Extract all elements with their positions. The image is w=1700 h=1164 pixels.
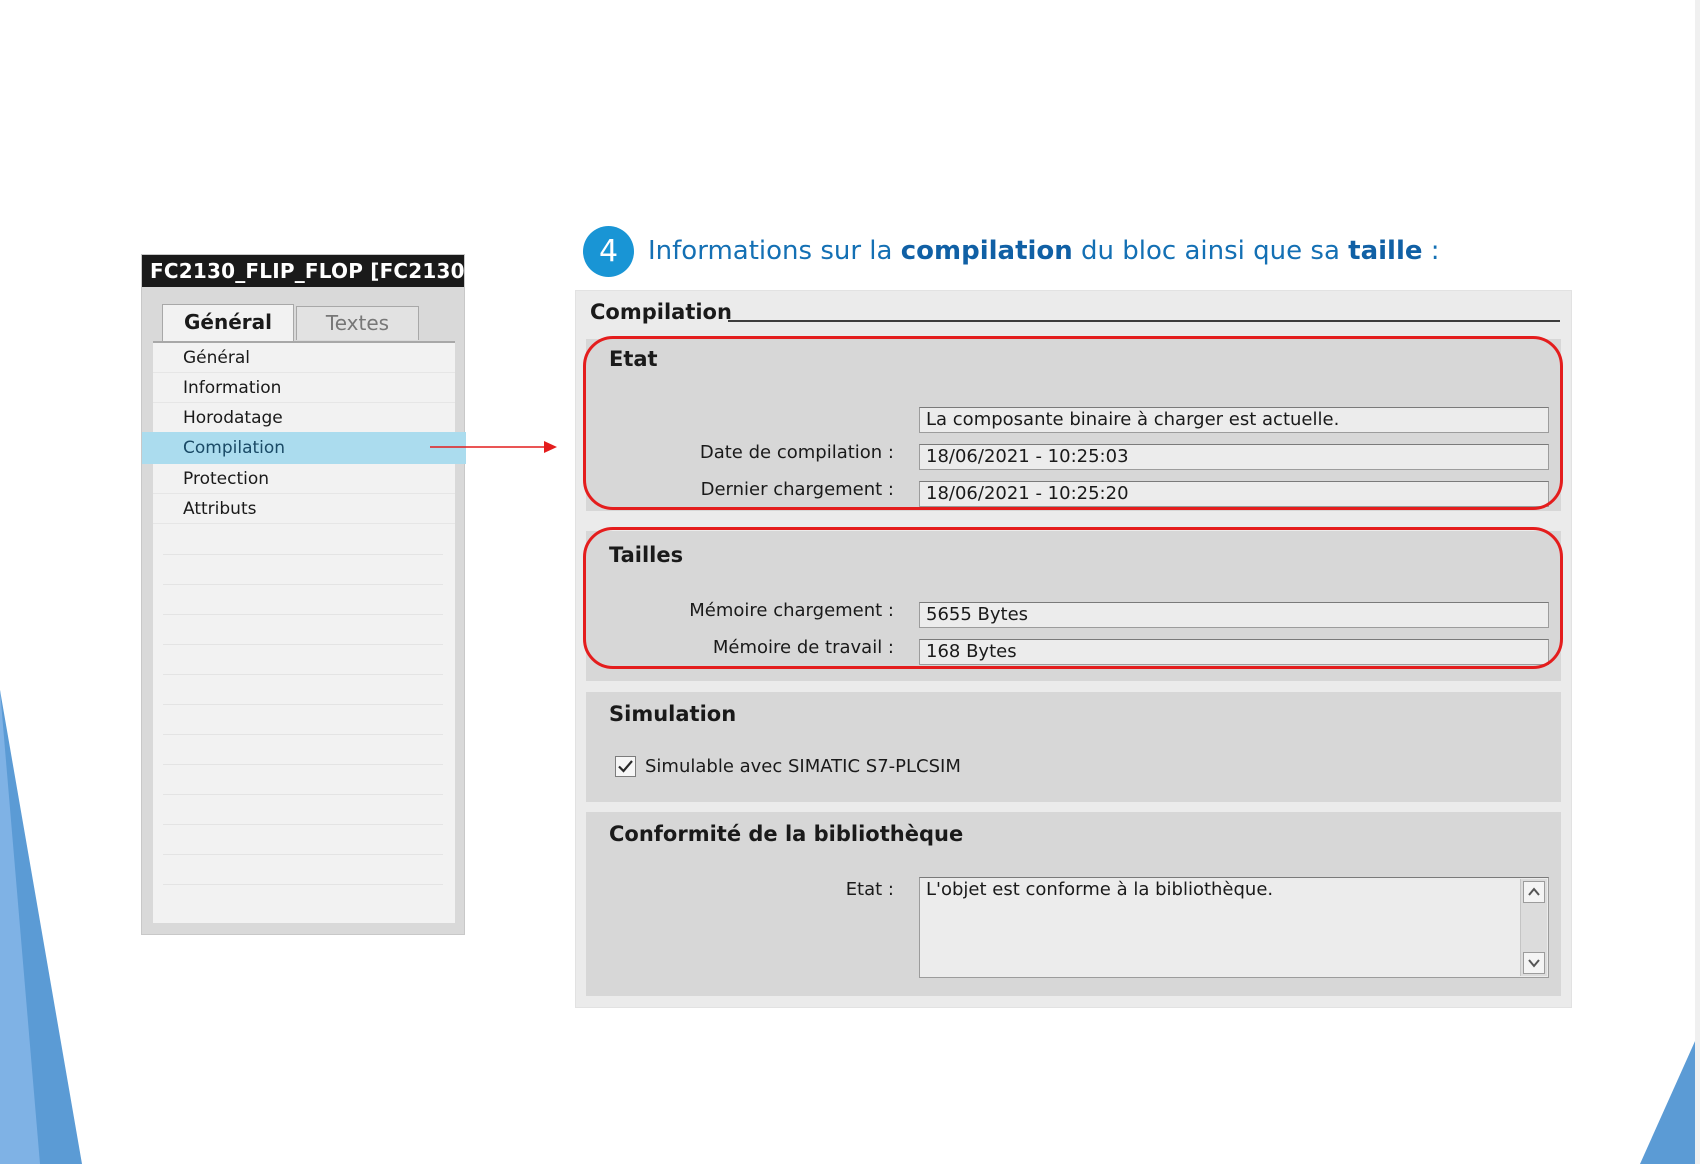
properties-panel: FC2130_FLIP_FLOP [FC2130] Général Textes… bbox=[141, 254, 466, 935]
nav-item-horodatage[interactable]: Horodatage bbox=[153, 403, 455, 433]
simulation-title: Simulation bbox=[609, 702, 737, 726]
divider bbox=[163, 584, 443, 585]
divider bbox=[163, 674, 443, 675]
section-title: Compilation bbox=[590, 300, 732, 324]
divider bbox=[163, 614, 443, 615]
step-number-badge: 4 bbox=[583, 226, 634, 277]
library-title: Conformité de la bibliothèque bbox=[609, 822, 964, 846]
headline: Informations sur la compilation du bloc … bbox=[648, 236, 1440, 266]
library-state-label: Etat : bbox=[845, 879, 894, 900]
headline-text: Informations sur la bbox=[648, 236, 901, 266]
tab-general[interactable]: Général bbox=[162, 304, 294, 342]
etat-title: Etat bbox=[609, 347, 658, 371]
library-state-textarea[interactable]: L'objet est conforme à la bibliothèque. bbox=[919, 877, 1549, 978]
headline-bold: compilation bbox=[900, 236, 1073, 266]
simulable-label: Simulable avec SIMATIC S7-PLCSIM bbox=[645, 756, 961, 777]
arrow-icon bbox=[430, 441, 557, 453]
panel-title: FC2130_FLIP_FLOP [FC2130] bbox=[142, 255, 464, 287]
simulation-group: Simulation Simulable avec SIMATIC S7-PLC… bbox=[586, 692, 1561, 802]
load-memory-label: Mémoire chargement : bbox=[689, 600, 894, 621]
divider bbox=[163, 824, 443, 825]
compile-date-label: Date de compilation : bbox=[699, 442, 894, 463]
section-divider bbox=[728, 320, 1560, 322]
nav-item-information[interactable]: Information bbox=[153, 373, 455, 403]
last-load-field[interactable]: 18/06/2021 - 10:25:20 bbox=[919, 481, 1549, 507]
divider bbox=[163, 734, 443, 735]
headline-text: : bbox=[1422, 236, 1440, 266]
divider bbox=[163, 704, 443, 705]
scroll-down-button[interactable] bbox=[1523, 952, 1545, 974]
scroll-up-button[interactable] bbox=[1523, 881, 1545, 903]
library-state-value: L'objet est conforme à la bibliothèque. bbox=[926, 879, 1274, 900]
divider bbox=[163, 764, 443, 765]
chevron-up-icon bbox=[1528, 887, 1540, 896]
tab-texts[interactable]: Textes bbox=[296, 306, 419, 340]
divider bbox=[163, 554, 443, 555]
tailles-group: Tailles Mémoire chargement : 5655 Bytes … bbox=[586, 531, 1561, 681]
simulable-checkbox[interactable] bbox=[615, 756, 636, 777]
checkmark-icon bbox=[618, 760, 633, 773]
headline-bold: taille bbox=[1348, 236, 1423, 266]
divider bbox=[163, 644, 443, 645]
last-load-label: Dernier chargement : bbox=[700, 479, 894, 500]
divider bbox=[163, 854, 443, 855]
headline-text: du bloc ainsi que sa bbox=[1072, 236, 1349, 266]
divider bbox=[163, 794, 443, 795]
work-memory-label: Mémoire de travail : bbox=[712, 637, 894, 658]
status-field[interactable]: La composante binaire à charger est actu… bbox=[919, 407, 1549, 433]
compile-date-field[interactable]: 18/06/2021 - 10:25:03 bbox=[919, 444, 1549, 470]
vertical-scrollbar[interactable] bbox=[1520, 879, 1547, 976]
divider bbox=[163, 884, 443, 885]
chevron-down-icon bbox=[1528, 959, 1540, 968]
nav-item-protection[interactable]: Protection bbox=[153, 464, 455, 494]
nav-item-attributs[interactable]: Attributs bbox=[153, 494, 455, 524]
nav-list: Général Information Horodatage Compilati… bbox=[142, 341, 466, 923]
work-memory-field[interactable]: 168 Bytes bbox=[919, 639, 1549, 665]
tailles-title: Tailles bbox=[609, 543, 684, 567]
etat-group: Etat La composante binaire à charger est… bbox=[586, 339, 1561, 511]
nav-item-general[interactable]: Général bbox=[153, 343, 455, 373]
compilation-panel: Compilation Etat La composante binaire à… bbox=[575, 290, 1572, 1008]
nav-item-compilation[interactable]: Compilation bbox=[142, 432, 466, 464]
library-group: Conformité de la bibliothèque Etat : L'o… bbox=[586, 812, 1561, 996]
load-memory-field[interactable]: 5655 Bytes bbox=[919, 602, 1549, 628]
